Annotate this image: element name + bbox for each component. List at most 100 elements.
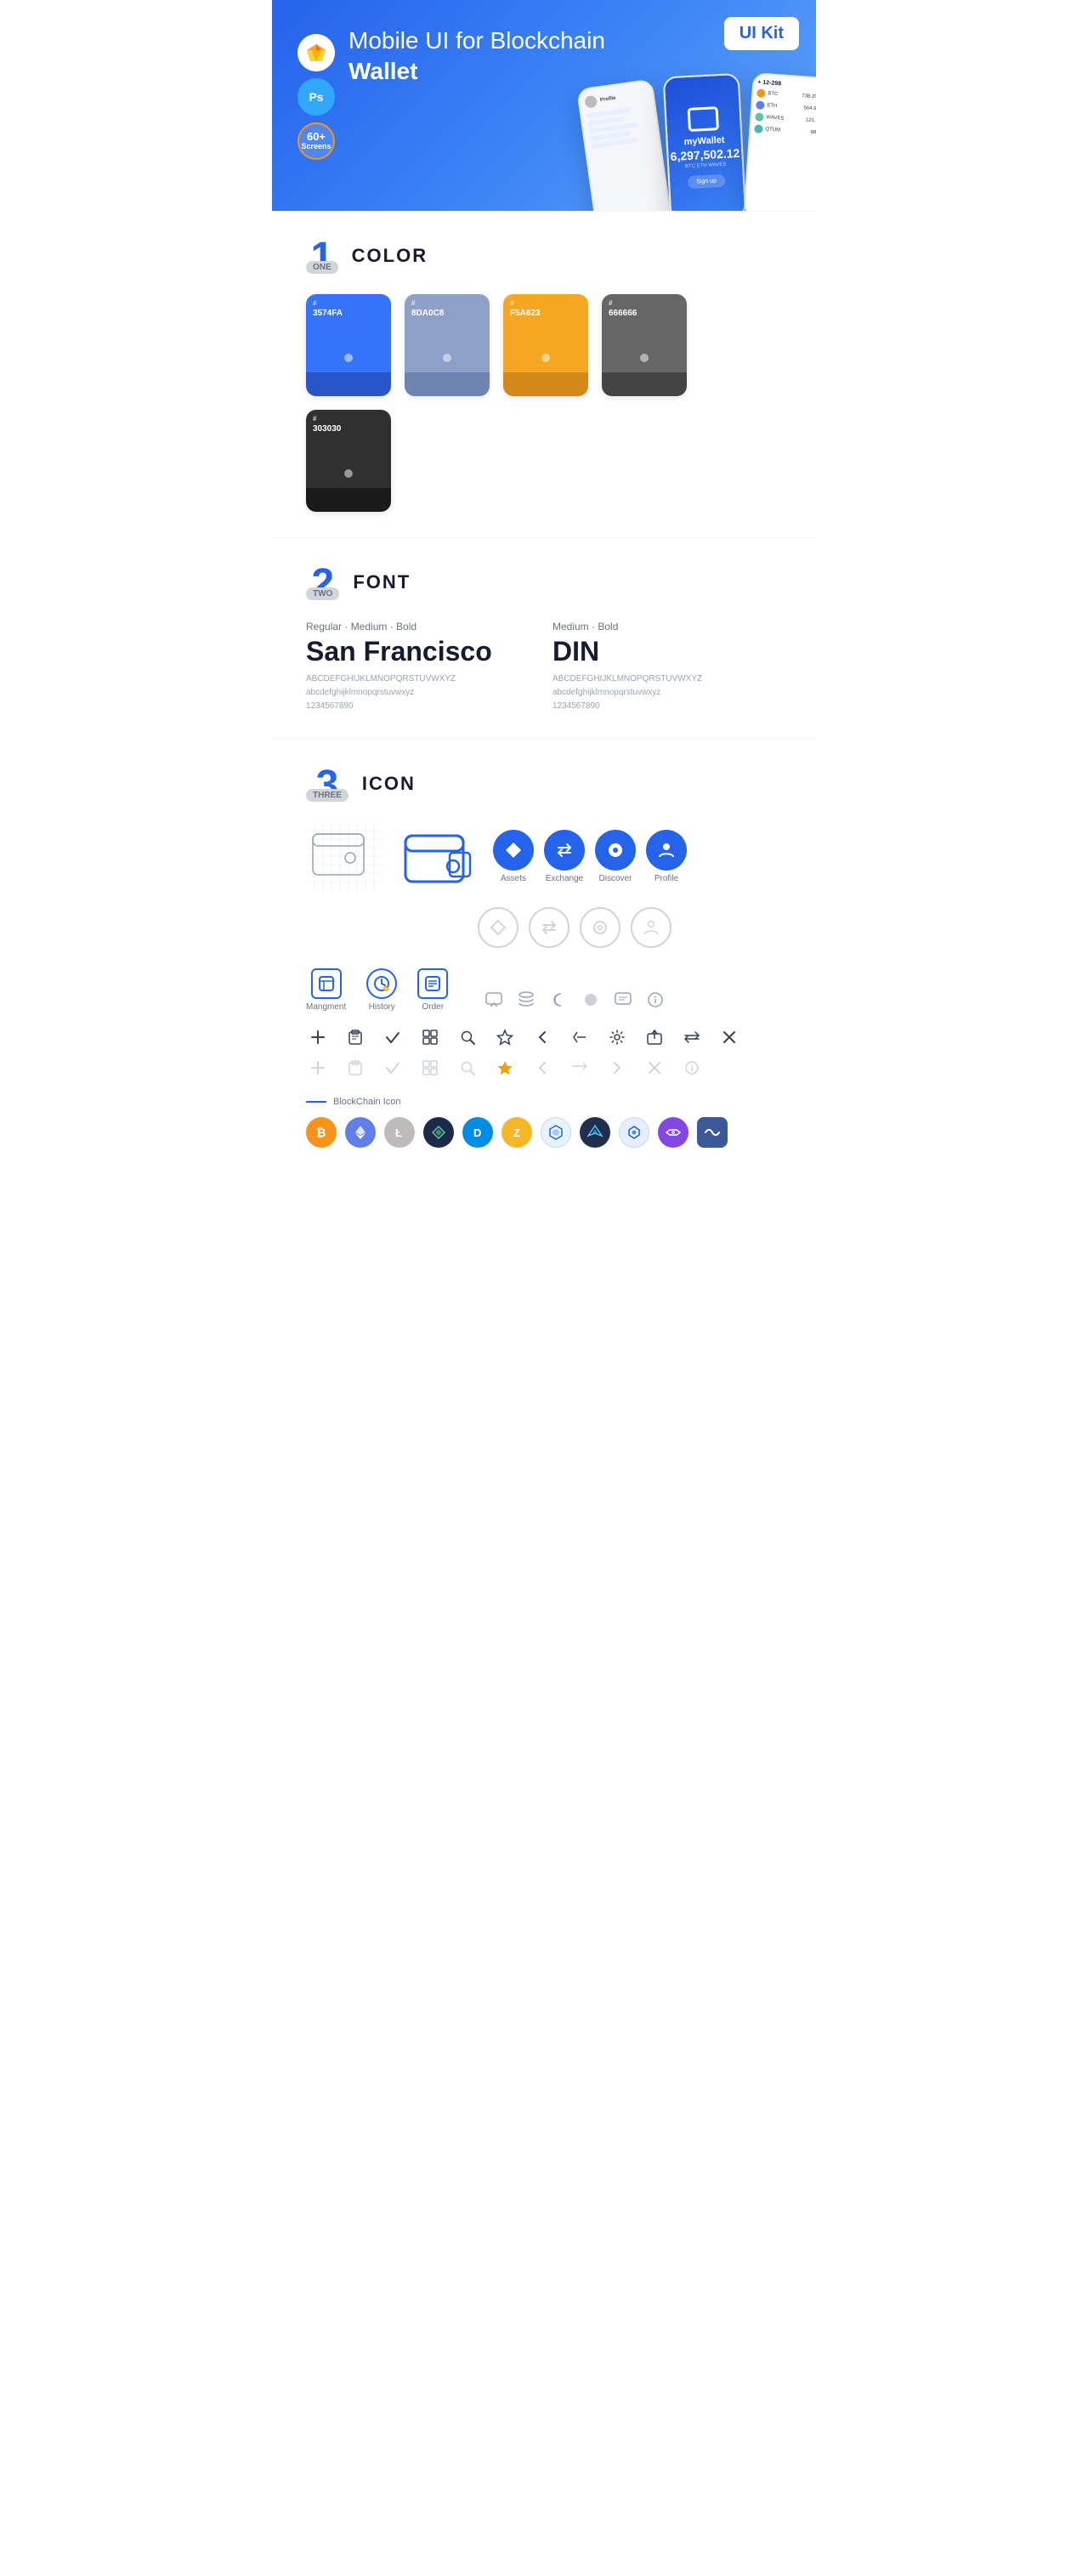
icon-discover: Discover [595, 830, 636, 883]
phone-mockups: Profile myWallet 6,297,502.12 BTC ETH WA… [585, 75, 816, 211]
clipboard-icon [343, 1025, 367, 1049]
section-title-icon: ICON [362, 773, 416, 795]
hero-section: Ps 60+ Screens Mobile UI for Blockchain … [272, 0, 816, 211]
history-icon [366, 968, 397, 999]
settings-icon [605, 1025, 629, 1049]
clipboard-icon-gray [343, 1056, 367, 1080]
ui-kit-badge: UI Kit [724, 17, 799, 50]
wallet-icon-guide [306, 822, 382, 890]
font-sf-name: San Francisco [306, 636, 536, 667]
grid-icon [418, 1025, 442, 1049]
check-icon-gray [381, 1056, 405, 1080]
discover-icon-outline [580, 907, 620, 948]
color-swatch-blue: # 3574FA [306, 294, 391, 396]
icon-section: 3 THREE ICON [272, 739, 816, 1190]
management-icon [311, 968, 342, 999]
font-din-weight: Medium · Bold [552, 621, 782, 633]
info-icon-gray [680, 1056, 704, 1080]
wallet-icon-blue [400, 822, 476, 890]
assets-icon-outline [478, 907, 518, 948]
crypto-icons-row: ₿ Ł D Z [306, 1117, 782, 1148]
ark-icon [580, 1117, 610, 1148]
btc-icon: ₿ [306, 1117, 337, 1148]
swap-icon [680, 1025, 704, 1049]
color-swatch-gray: # 666666 [602, 294, 687, 396]
color-swatch-dark: # 303030 [306, 410, 391, 512]
strat-icon [619, 1117, 649, 1148]
tool-icons-gray [306, 1056, 782, 1080]
section-number-2: 2 TWO [306, 564, 339, 600]
chat-icon [482, 988, 506, 1012]
section-header-font: 2 TWO FONT [306, 564, 782, 600]
font-sf-lowercase: abcdefghijklmnopqrstuvwxyz [306, 686, 536, 700]
management-label: Mangment [306, 1002, 346, 1012]
section-number-3: 3 THREE [306, 765, 348, 802]
phone-mock-3: + 12-298 BTC 738.2003 ETH 564.912 WAV [743, 72, 816, 211]
color-section: 1 ONE COLOR # 3574FA # 8DA0C8 # [272, 211, 816, 537]
screens-count: 60+ [301, 131, 331, 143]
font-section: 2 TWO FONT Regular · Medium · Bold San F… [272, 537, 816, 739]
wallet-icons-row: Assets Exchange [306, 822, 782, 890]
font-grid: Regular · Medium · Bold San Francisco AB… [306, 621, 782, 713]
dash-icon: D [462, 1117, 493, 1148]
info-icon [643, 988, 667, 1012]
font-sf-numbers: 1234567890 [306, 700, 536, 713]
screens-label: Screens [301, 143, 331, 151]
assets-label: Assets [501, 874, 526, 883]
svg-text:₿: ₿ [316, 1126, 326, 1139]
screens-badge: 60+ Screens [298, 122, 335, 160]
color-swatch-steel: # 8DA0C8 [405, 294, 490, 396]
search-icon [456, 1025, 479, 1049]
tool-icons-dark [306, 1025, 782, 1049]
order-icon [417, 968, 448, 999]
grid-icon-gray [418, 1056, 442, 1080]
search-icon-gray [456, 1056, 479, 1080]
sketch-badge [298, 34, 335, 71]
close-icon [717, 1025, 741, 1049]
share-icon [568, 1025, 592, 1049]
section-number-1: 1 ONE [306, 237, 338, 274]
plus-icon [306, 1025, 330, 1049]
eth-icon [345, 1117, 376, 1148]
svg-text:D: D [473, 1126, 481, 1139]
font-din-name: DIN [552, 636, 782, 667]
section-header-icon: 3 THREE ICON [306, 765, 782, 802]
font-din-lowercase: abcdefghijklmnopqrstuvwxyz [552, 686, 782, 700]
section-title-font: FONT [353, 571, 411, 593]
icon-order: Order [417, 968, 448, 1012]
hero-title-bold: Wallet [348, 58, 417, 84]
polygon-icon [658, 1117, 688, 1148]
blockchain-label: BlockChain Icon [333, 1097, 401, 1107]
icon-history: History [366, 968, 397, 1012]
discover-icon [595, 830, 636, 871]
stack-icon [514, 988, 538, 1012]
waves-icon [423, 1117, 454, 1148]
order-label: Order [422, 1002, 444, 1012]
section-header-color: 1 ONE COLOR [306, 237, 782, 274]
phone-mock-2: myWallet 6,297,502.12 BTC ETH WAVES Sign… [663, 73, 747, 211]
profile-icon-outline [631, 907, 672, 948]
icon-management: Mangment [306, 968, 346, 1012]
exchange-label: Exchange [546, 874, 583, 883]
app-icons-row: Mangment History [306, 968, 782, 1012]
chat2-icon [611, 988, 635, 1012]
hero-badges: Ps 60+ Screens [298, 34, 335, 160]
export-icon [643, 1025, 666, 1049]
plus-icon-gray [306, 1056, 330, 1080]
back-icon-gray [530, 1056, 554, 1080]
nav-icons-filled: Assets Exchange [493, 830, 687, 883]
hero-title-normal: Mobile UI for Blockchain [348, 27, 605, 54]
circle-icon [579, 988, 603, 1012]
icon-exchange: Exchange [544, 830, 585, 883]
blockchain-line [306, 1101, 326, 1103]
assets-icon [493, 830, 534, 871]
font-din: Medium · Bold DIN ABCDEFGHIJKLMNOPQRSTUV… [552, 621, 782, 713]
wave-icon [697, 1117, 728, 1148]
color-swatch-orange: # F5A623 [503, 294, 588, 396]
hero-title: Mobile UI for Blockchain Wallet [348, 26, 620, 88]
font-din-numbers: 1234567890 [552, 700, 782, 713]
arrows-icon-gray [568, 1056, 592, 1080]
profile-icon [646, 830, 687, 871]
nav-icons-outline-row [478, 907, 782, 948]
exchange-icon [544, 830, 585, 871]
